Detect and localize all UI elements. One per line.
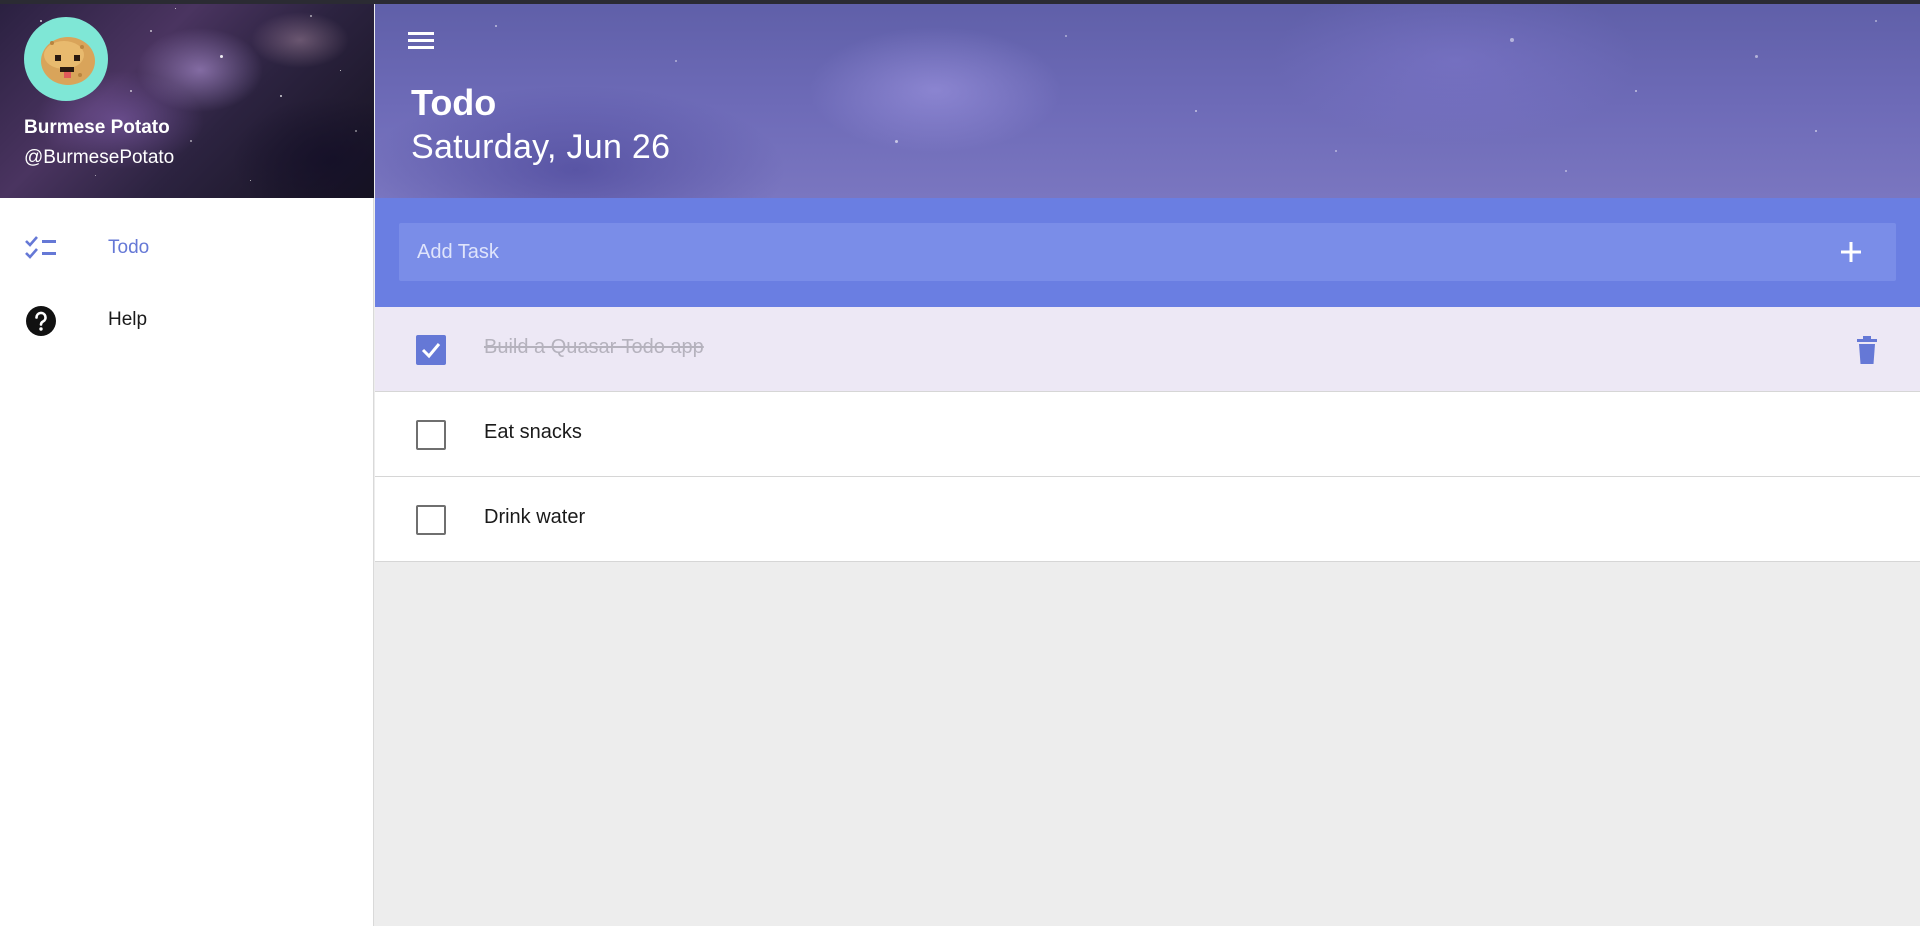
task-checkbox[interactable] [416, 505, 446, 535]
task-item[interactable]: Eat snacks [375, 392, 1920, 477]
starfield-background [375, 0, 1920, 198]
task-checkbox[interactable] [416, 420, 446, 450]
plus-icon [1841, 242, 1861, 262]
profile-header: Burmese Potato @BurmesePotato [0, 0, 374, 198]
window-top-edge [0, 0, 1920, 4]
avatar [24, 17, 108, 101]
potato-avatar-icon [41, 37, 95, 85]
sidebar-item-todo[interactable]: Todo [0, 216, 373, 280]
add-task-input[interactable] [399, 223, 1799, 281]
menu-icon [408, 32, 434, 49]
profile-handle: @BurmesePotato [24, 147, 175, 168]
sidebar-item-label: Help [108, 309, 148, 330]
task-text: Eat snacks [484, 421, 582, 443]
checklist-icon [25, 236, 56, 259]
delete-task-button[interactable] [1852, 334, 1882, 366]
task-list: Build a Quasar Todo app Eat snacks Drink… [375, 307, 1920, 562]
check-icon [421, 343, 441, 359]
sidebar: Burmese Potato @BurmesePotato Todo Help [0, 0, 374, 926]
task-text: Build a Quasar Todo app [484, 336, 704, 358]
task-item[interactable]: Build a Quasar Todo app [375, 307, 1920, 392]
page-date: Saturday, Jun 26 [411, 128, 671, 166]
page-title: Todo [411, 82, 497, 123]
add-task-field [399, 223, 1896, 281]
profile-name: Burmese Potato [24, 117, 170, 138]
help-circle-icon [26, 306, 56, 336]
add-task-bar [375, 198, 1920, 307]
add-task-button[interactable] [1836, 237, 1866, 267]
task-checkbox[interactable] [416, 335, 446, 365]
sidebar-item-label: Todo [108, 237, 150, 258]
page-header: Todo Saturday, Jun 26 [375, 0, 1920, 198]
menu-button[interactable] [401, 24, 441, 58]
trash-icon [1857, 336, 1877, 364]
task-item[interactable]: Drink water [375, 477, 1920, 562]
sidebar-item-help[interactable]: Help [0, 288, 373, 352]
task-text: Drink water [484, 506, 586, 528]
